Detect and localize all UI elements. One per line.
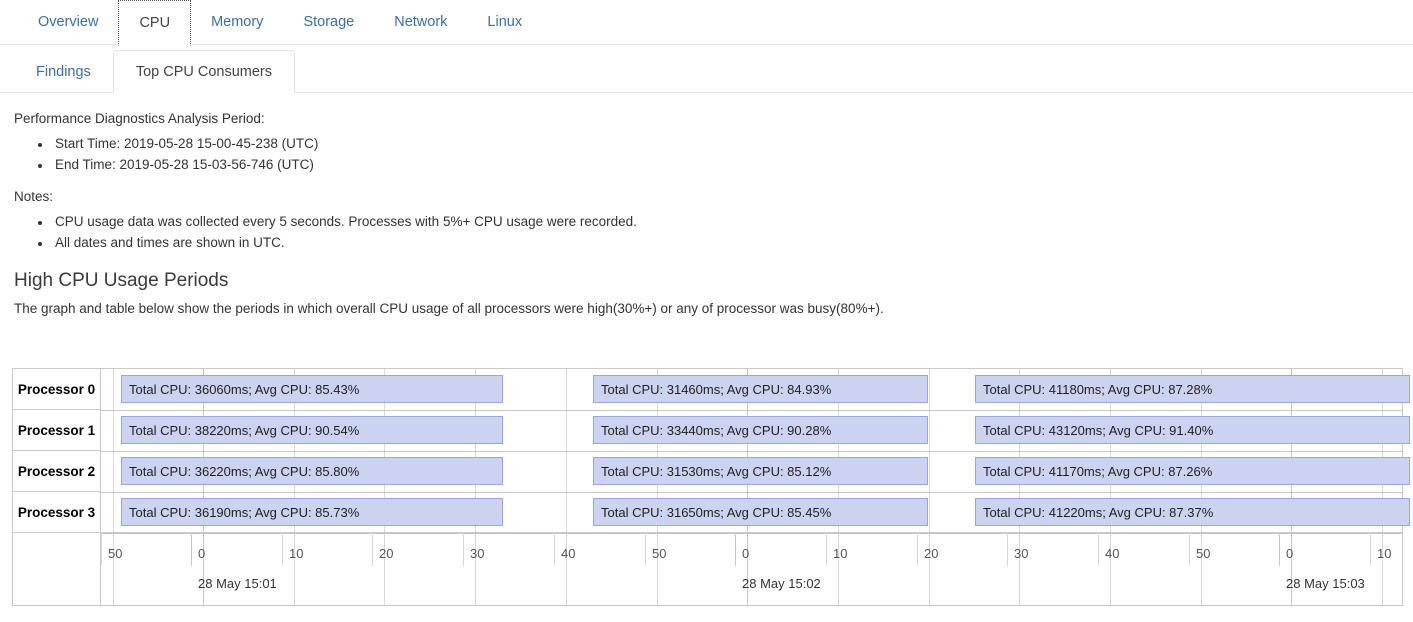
axis-tick-label: 50 [1196, 546, 1210, 561]
axis-group-label: 28 May 15:01 [198, 576, 277, 591]
secondary-tab-bar: FindingsTop CPU Consumers [0, 45, 1413, 93]
axis-tick-label: 10 [1377, 546, 1391, 561]
axis-top-separator [13, 532, 1402, 533]
axis-tick-label: 30 [470, 546, 484, 561]
primary-tab-cpu[interactable]: CPU [118, 0, 191, 46]
primary-tab-memory[interactable]: Memory [191, 0, 283, 44]
axis-tick-mark [645, 532, 646, 566]
axis-tick-label: 10 [833, 546, 847, 561]
analysis-period-list: Start Time: 2019-05-28 15-00-45-238 (UTC… [14, 133, 1413, 175]
axis-tick-mark [1189, 532, 1190, 566]
cpu-usage-bar[interactable]: Total CPU: 31460ms; Avg CPU: 84.93% [593, 375, 928, 403]
section-title: High CPU Usage Periods [14, 269, 1413, 293]
notes-item: All dates and times are shown in UTC. [52, 232, 1413, 253]
cpu-usage-bar[interactable]: Total CPU: 41180ms; Avg CPU: 87.28% [975, 375, 1410, 403]
secondary-tab-list: FindingsTop CPU Consumers [14, 45, 1413, 92]
notes-list: CPU usage data was collected every 5 sec… [14, 211, 1413, 253]
axis-tick-mark [1370, 532, 1371, 566]
axis-tick-label: 0 [742, 546, 749, 561]
high-cpu-usage-gantt-chart: Processor 0Processor 1Processor 2Process… [12, 368, 1403, 606]
axis-tick-mark [282, 532, 283, 566]
time-axis: 50 0 10 20 30 40 50 0 10 20 30 40 50 0 10 28 May 15:01 2… [13, 532, 1402, 605]
gantt-row-separator [101, 492, 1402, 493]
axis-tick-mark [735, 532, 736, 566]
cpu-usage-bar[interactable]: Total CPU: 31530ms; Avg CPU: 85.12% [593, 457, 928, 485]
axis-tick-mark [1279, 532, 1280, 566]
section-description: The graph and table below show the perio… [14, 299, 1413, 319]
cpu-usage-bar[interactable]: Total CPU: 36220ms; Avg CPU: 85.80% [121, 457, 503, 485]
processor-row-label: Processor 0 [13, 369, 100, 410]
axis-tick-label: 20 [379, 546, 393, 561]
axis-tick-mark [372, 532, 373, 566]
analysis-period-item: Start Time: 2019-05-28 15-00-45-238 (UTC… [52, 133, 1413, 154]
processor-row-label: Processor 2 [13, 451, 100, 492]
processor-label-column: Processor 0Processor 1Processor 2Process… [13, 369, 101, 605]
cpu-usage-bar[interactable]: Total CPU: 43120ms; Avg CPU: 91.40% [975, 416, 1410, 444]
analysis-period-heading: Performance Diagnostics Analysis Period: [14, 109, 1413, 129]
axis-tick-label: 40 [1105, 546, 1119, 561]
axis-tick-mark [463, 532, 464, 566]
axis-tick-label: 20 [924, 546, 938, 561]
cpu-usage-bar[interactable]: Total CPU: 36190ms; Avg CPU: 85.73% [121, 498, 503, 526]
cpu-usage-bar[interactable]: Total CPU: 38220ms; Avg CPU: 90.54% [121, 416, 503, 444]
secondary-tab-top-cpu-consumers[interactable]: Top CPU Consumers [113, 50, 295, 93]
axis-tick-mark [826, 532, 827, 566]
axis-tick-label: 30 [1014, 546, 1028, 561]
axis-tick-label: 50 [652, 546, 666, 561]
axis-tick-label: 0 [198, 546, 205, 561]
gantt-row-separator [101, 410, 1402, 411]
secondary-tab-findings[interactable]: Findings [14, 51, 113, 92]
cpu-usage-bar[interactable]: Total CPU: 36060ms; Avg CPU: 85.43% [121, 375, 503, 403]
primary-tab-list: OverviewCPUMemoryStorageNetworkLinux [18, 0, 1413, 44]
axis-tick-mark [191, 532, 192, 566]
axis-tick-label: 10 [289, 546, 303, 561]
primary-tab-network[interactable]: Network [374, 0, 467, 44]
analysis-period-item: End Time: 2019-05-28 15-03-56-746 (UTC) [52, 154, 1413, 175]
cpu-usage-bar[interactable]: Total CPU: 33440ms; Avg CPU: 90.28% [593, 416, 928, 444]
primary-tab-storage[interactable]: Storage [283, 0, 374, 44]
axis-tick-label: 50 [108, 546, 122, 561]
axis-tick-label: 0 [1286, 546, 1293, 561]
notes-heading: Notes: [14, 187, 1413, 207]
axis-tick-mark [1007, 532, 1008, 566]
axis-tick-label: 40 [561, 546, 575, 561]
axis-tick-mark [101, 532, 102, 566]
axis-tick-mark [1098, 532, 1099, 566]
axis-group-label: 28 May 15:02 [742, 576, 821, 591]
axis-tick-mark [554, 532, 555, 566]
cpu-usage-bar[interactable]: Total CPU: 41170ms; Avg CPU: 87.26% [975, 457, 1410, 485]
processor-row-label: Processor 3 [13, 492, 100, 533]
cpu-usage-bar[interactable]: Total CPU: 31650ms; Avg CPU: 85.45% [593, 498, 928, 526]
cpu-usage-bar[interactable]: Total CPU: 41220ms; Avg CPU: 87.37% [975, 498, 1410, 526]
primary-tab-bar: OverviewCPUMemoryStorageNetworkLinux [0, 0, 1413, 45]
axis-group-label: 28 May 15:03 [1286, 576, 1365, 591]
gantt-row-separator [101, 451, 1402, 452]
processor-row-label: Processor 1 [13, 410, 100, 451]
primary-tab-overview[interactable]: Overview [18, 0, 118, 44]
primary-tab-linux[interactable]: Linux [467, 0, 542, 44]
analysis-info-block: Performance Diagnostics Analysis Period:… [0, 93, 1413, 253]
axis-tick-mark [917, 532, 918, 566]
notes-item: CPU usage data was collected every 5 sec… [52, 211, 1413, 232]
